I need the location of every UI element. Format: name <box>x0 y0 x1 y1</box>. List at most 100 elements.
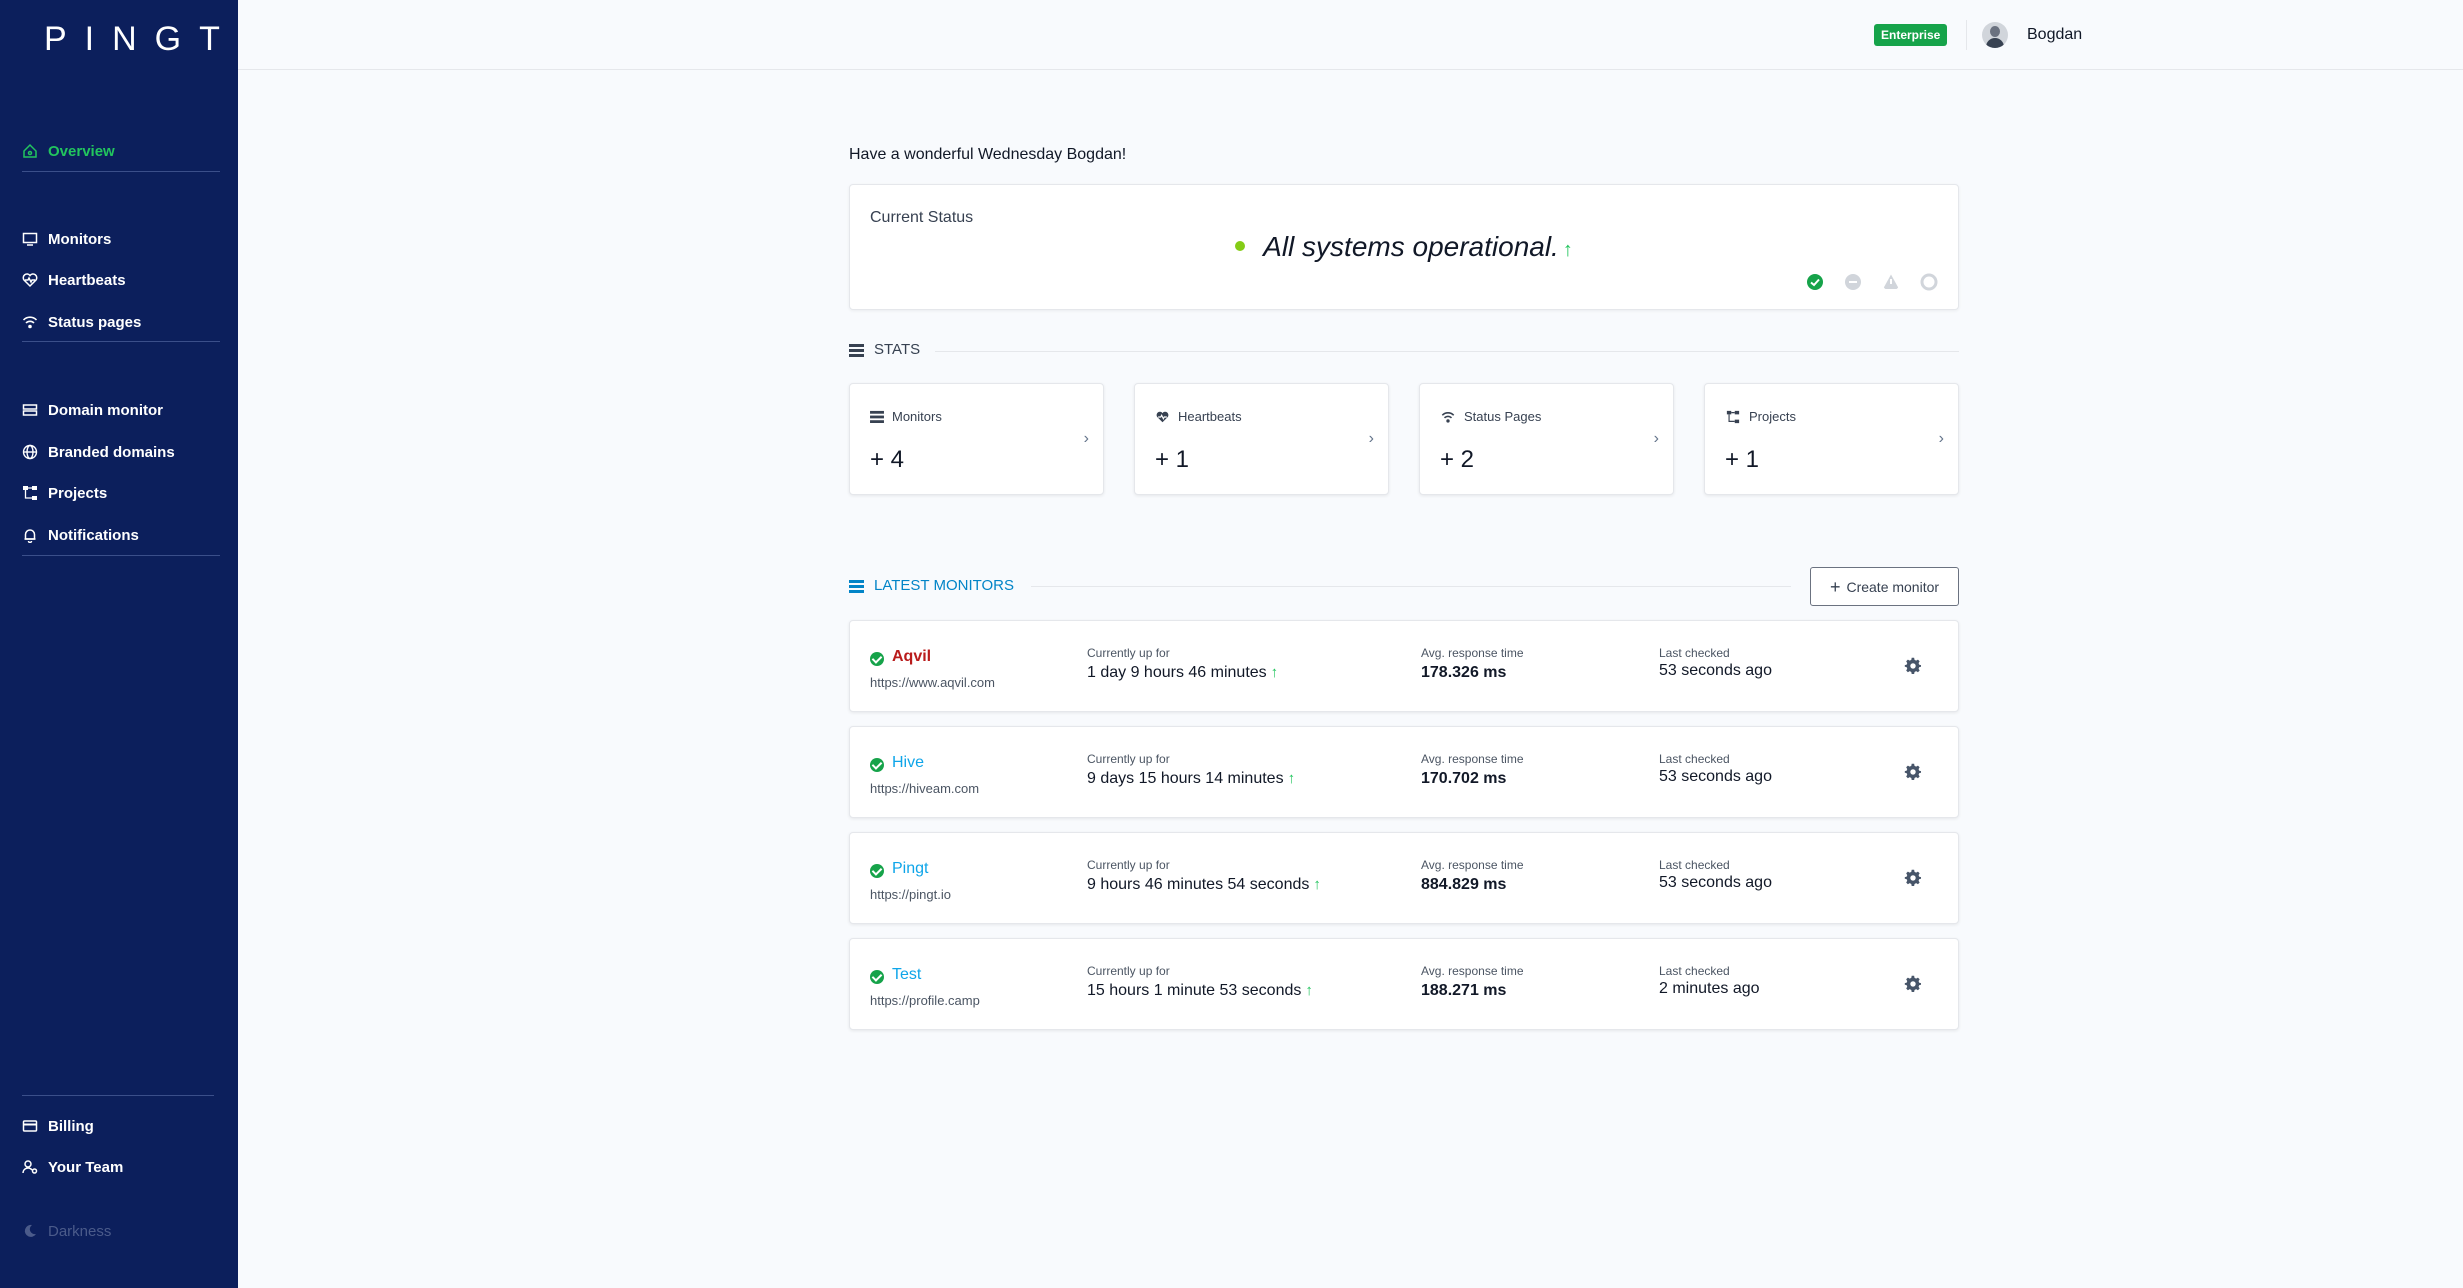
check-circle-icon[interactable] <box>1806 273 1824 291</box>
arrow-up-icon: ↑ <box>1270 664 1279 681</box>
uptime-label: Currently up for <box>1087 964 1170 978</box>
stat-label-row: Projects <box>1725 409 1796 424</box>
uptime-value: 15 hours 1 minute 53 seconds <box>1087 982 1302 999</box>
monitor-url: https://pingt.io <box>870 887 951 902</box>
chevron-right-icon: › <box>1653 430 1659 447</box>
plus-icon: + <box>1829 576 1841 597</box>
stats-heading-text: STATS <box>874 341 921 358</box>
stat-card-monitors[interactable]: Monitors + 4 › <box>849 383 1104 495</box>
project-tree-icon <box>1726 410 1740 423</box>
monitor-name-link[interactable]: Hive <box>892 754 924 772</box>
sidebar-item-label: Notifications <box>48 526 139 544</box>
sidebar-item-your-team[interactable]: Your Team <box>22 1153 123 1181</box>
app-logo[interactable]: PINGT <box>44 20 238 59</box>
sidebar-divider <box>22 341 220 342</box>
gear-icon[interactable] <box>1904 975 1922 993</box>
create-monitor-button[interactable]: + Create monitor <box>1810 567 1959 606</box>
chevron-right-icon: › <box>1938 430 1944 447</box>
gear-icon[interactable] <box>1904 657 1922 675</box>
uptime-label: Currently up for <box>1087 646 1170 660</box>
stat-label: Monitors <box>892 409 942 424</box>
arrow-up-icon: ↑ <box>1562 239 1573 261</box>
monitor-row[interactable]: Aqvil https://www.aqvil.com Currently up… <box>849 620 1959 712</box>
wifi-icon <box>1441 411 1455 423</box>
sidebar-item-domain-monitor[interactable]: Domain monitor <box>22 396 163 424</box>
stat-card-heartbeats[interactable]: Heartbeats + 1 › <box>1134 383 1389 495</box>
last-checked-value: 2 minutes ago <box>1659 980 1760 997</box>
minus-circle-icon[interactable] <box>1844 273 1862 291</box>
uptime-value-row: 15 hours 1 minute 53 seconds ↑ <box>1087 982 1313 1000</box>
stat-card-projects[interactable]: Projects + 1 › <box>1704 383 1959 495</box>
stat-label-row: Heartbeats <box>1155 409 1242 424</box>
monitor-row[interactable]: Pingt https://pingt.io Currently up for … <box>849 832 1959 924</box>
monitor-name-link[interactable]: Aqvil <box>892 648 931 666</box>
last-checked-value: 53 seconds ago <box>1659 662 1772 679</box>
list-icon <box>849 579 864 593</box>
stat-label: Status Pages <box>1464 409 1542 424</box>
top-bar <box>238 0 2463 70</box>
sidebar-item-label: Heartbeats <box>48 271 126 289</box>
sidebar-divider <box>22 171 220 172</box>
status-message: All systems operational. <box>1263 231 1559 262</box>
dark-mode-toggle[interactable]: Darkness <box>22 1217 111 1245</box>
user-name[interactable]: Bogdan <box>2027 26 2082 44</box>
sidebar-divider <box>22 1095 214 1096</box>
sidebar-item-branded-domains[interactable]: Branded domains <box>22 438 175 466</box>
uptime-value-row: 9 hours 46 minutes 54 seconds ↑ <box>1087 876 1321 894</box>
sidebar-item-monitors[interactable]: Monitors <box>22 225 111 253</box>
monitor-row[interactable]: Test https://profile.camp Currently up f… <box>849 938 1959 1030</box>
status-ok-icon <box>870 970 884 984</box>
monitor-icon <box>22 232 38 246</box>
sidebar-item-label: Billing <box>48 1117 94 1135</box>
stat-value: + 2 <box>1440 446 1475 473</box>
monitor-name-link[interactable]: Pingt <box>892 860 928 878</box>
status-legend <box>1806 273 1938 291</box>
database-icon <box>849 343 864 357</box>
uptime-value-row: 1 day 9 hours 46 minutes ↑ <box>1087 664 1278 682</box>
uptime-value: 1 day 9 hours 46 minutes <box>1087 664 1267 681</box>
user-gear-icon <box>22 1160 38 1174</box>
chevron-right-icon: › <box>1368 430 1374 447</box>
stat-value: + 4 <box>870 446 905 473</box>
status-ok-icon <box>870 864 884 878</box>
sidebar-item-status-pages[interactable]: Status pages <box>22 308 141 336</box>
monitor-name-link[interactable]: Test <box>892 966 921 984</box>
stats-heading: STATS <box>849 341 920 358</box>
monitor-url: https://profile.camp <box>870 993 980 1008</box>
bell-icon <box>24 529 36 543</box>
avatar[interactable] <box>1982 22 2008 48</box>
response-value: 170.702 ms <box>1421 770 1507 787</box>
wifi-icon <box>22 316 38 329</box>
sidebar-item-label: Domain monitor <box>48 401 163 419</box>
gear-icon[interactable] <box>1904 869 1922 887</box>
monitor-url: https://hiveam.com <box>870 781 980 796</box>
current-status-card: Current Status All systems operational. ↑ <box>849 184 1959 310</box>
sidebar-item-label: Your Team <box>48 1158 124 1176</box>
moon-icon <box>24 1224 36 1237</box>
plan-badge: Enterprise <box>1874 24 1948 46</box>
uptime-value: 9 hours 46 minutes 54 seconds <box>1087 876 1310 893</box>
latest-divider <box>1031 586 1791 587</box>
database-icon <box>870 410 884 423</box>
stats-divider <box>935 351 1959 352</box>
project-tree-icon <box>23 486 37 500</box>
stat-card-status-pages[interactable]: Status Pages + 2 › <box>1419 383 1674 495</box>
circle-outline-icon[interactable] <box>1920 273 1938 291</box>
warning-triangle-icon[interactable] <box>1882 273 1900 291</box>
monitor-url: https://www.aqvil.com <box>870 675 995 690</box>
last-checked-value: 53 seconds ago <box>1659 874 1772 891</box>
response-value: 884.829 ms <box>1421 876 1507 893</box>
gear-icon[interactable] <box>1904 763 1922 781</box>
sidebar-item-label: Monitors <box>48 230 112 248</box>
sidebar-item-heartbeats[interactable]: Heartbeats <box>22 266 126 294</box>
sidebar-item-billing[interactable]: Billing <box>22 1112 94 1140</box>
sidebar-item-overview[interactable]: Overview <box>22 137 115 165</box>
sidebar-item-label: Status pages <box>48 313 142 331</box>
sidebar: PINGT Overview Monitors Heartbeats Statu… <box>0 0 238 1288</box>
stat-value: + 1 <box>1155 446 1190 473</box>
sidebar-item-notifications[interactable]: Notifications <box>22 521 139 549</box>
sidebar-item-label: Overview <box>48 142 115 160</box>
sidebar-item-projects[interactable]: Projects <box>22 479 107 507</box>
monitor-row[interactable]: Hive https://hiveam.com Currently up for… <box>849 726 1959 818</box>
uptime-value: 9 days 15 hours 14 minutes <box>1087 770 1284 787</box>
